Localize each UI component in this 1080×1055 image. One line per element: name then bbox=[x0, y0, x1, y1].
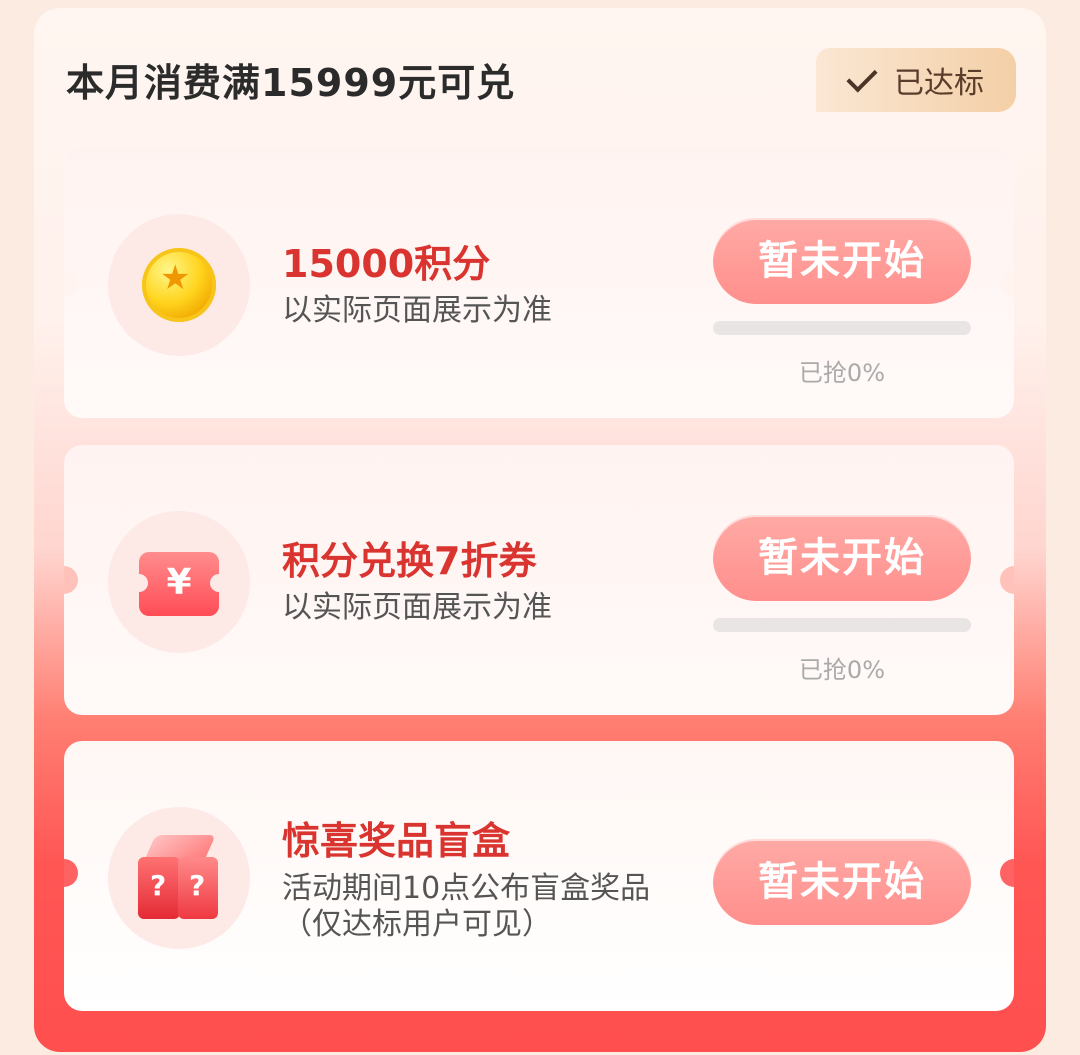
card-notch-left bbox=[64, 859, 78, 887]
reward-card-points: ★ 15000积分 以实际页面展示为准 暂未开始 已抢0% bbox=[64, 148, 1014, 418]
yuan-symbol: ¥ bbox=[166, 562, 192, 603]
claim-progress-text: 已抢0% bbox=[798, 359, 885, 387]
reward-panel: 本月消费满15999元可兑 已达标 ★ 15000积分 以实际页面展示为准 暂未… bbox=[34, 8, 1046, 1052]
mystery-box-icon: ? ? bbox=[134, 835, 224, 925]
reward-icon-container: ? ? bbox=[108, 807, 250, 949]
reward-description: 以实际页面展示为准 bbox=[282, 293, 552, 328]
reward-description: 活动期间10点公布盲盒奖品（仅达标用户可见） bbox=[282, 871, 651, 942]
reward-description: 以实际页面展示为准 bbox=[282, 590, 552, 625]
status-badge: 已达标 bbox=[816, 48, 1016, 112]
card-notch-right bbox=[1000, 859, 1014, 887]
reward-title: 惊喜奖品盲盒 bbox=[282, 819, 511, 863]
reward-icon-container: ★ bbox=[108, 214, 250, 356]
card-notch-left bbox=[64, 566, 78, 594]
card-notch-right bbox=[1000, 269, 1014, 297]
coupon-ticket-icon: ¥ bbox=[130, 552, 228, 616]
check-icon bbox=[846, 61, 878, 93]
reward-title: 积分兑换7折券 bbox=[282, 539, 537, 583]
claim-progress-bar bbox=[713, 618, 971, 632]
card-notch-right bbox=[1000, 566, 1014, 594]
status-badge-label: 已达标 bbox=[894, 66, 984, 101]
not-started-button[interactable]: 暂未开始 bbox=[713, 515, 971, 601]
reward-card-coupon: ¥ 积分兑换7折券 以实际页面展示为准 暂未开始 已抢0% bbox=[64, 445, 1014, 715]
not-started-button[interactable]: 暂未开始 bbox=[713, 839, 971, 925]
claim-progress-text: 已抢0% bbox=[798, 656, 885, 684]
claim-progress-bar bbox=[713, 321, 971, 335]
coin-icon: ★ bbox=[142, 248, 216, 322]
card-notch-left bbox=[64, 269, 78, 297]
not-started-button[interactable]: 暂未开始 bbox=[713, 218, 971, 304]
reward-icon-container: ¥ bbox=[108, 511, 250, 653]
reward-title: 15000积分 bbox=[282, 242, 491, 286]
panel-title: 本月消费满15999元可兑 bbox=[66, 61, 516, 105]
reward-card-mystery-box: ? ? 惊喜奖品盲盒 活动期间10点公布盲盒奖品（仅达标用户可见） 暂未开始 bbox=[64, 741, 1014, 1011]
